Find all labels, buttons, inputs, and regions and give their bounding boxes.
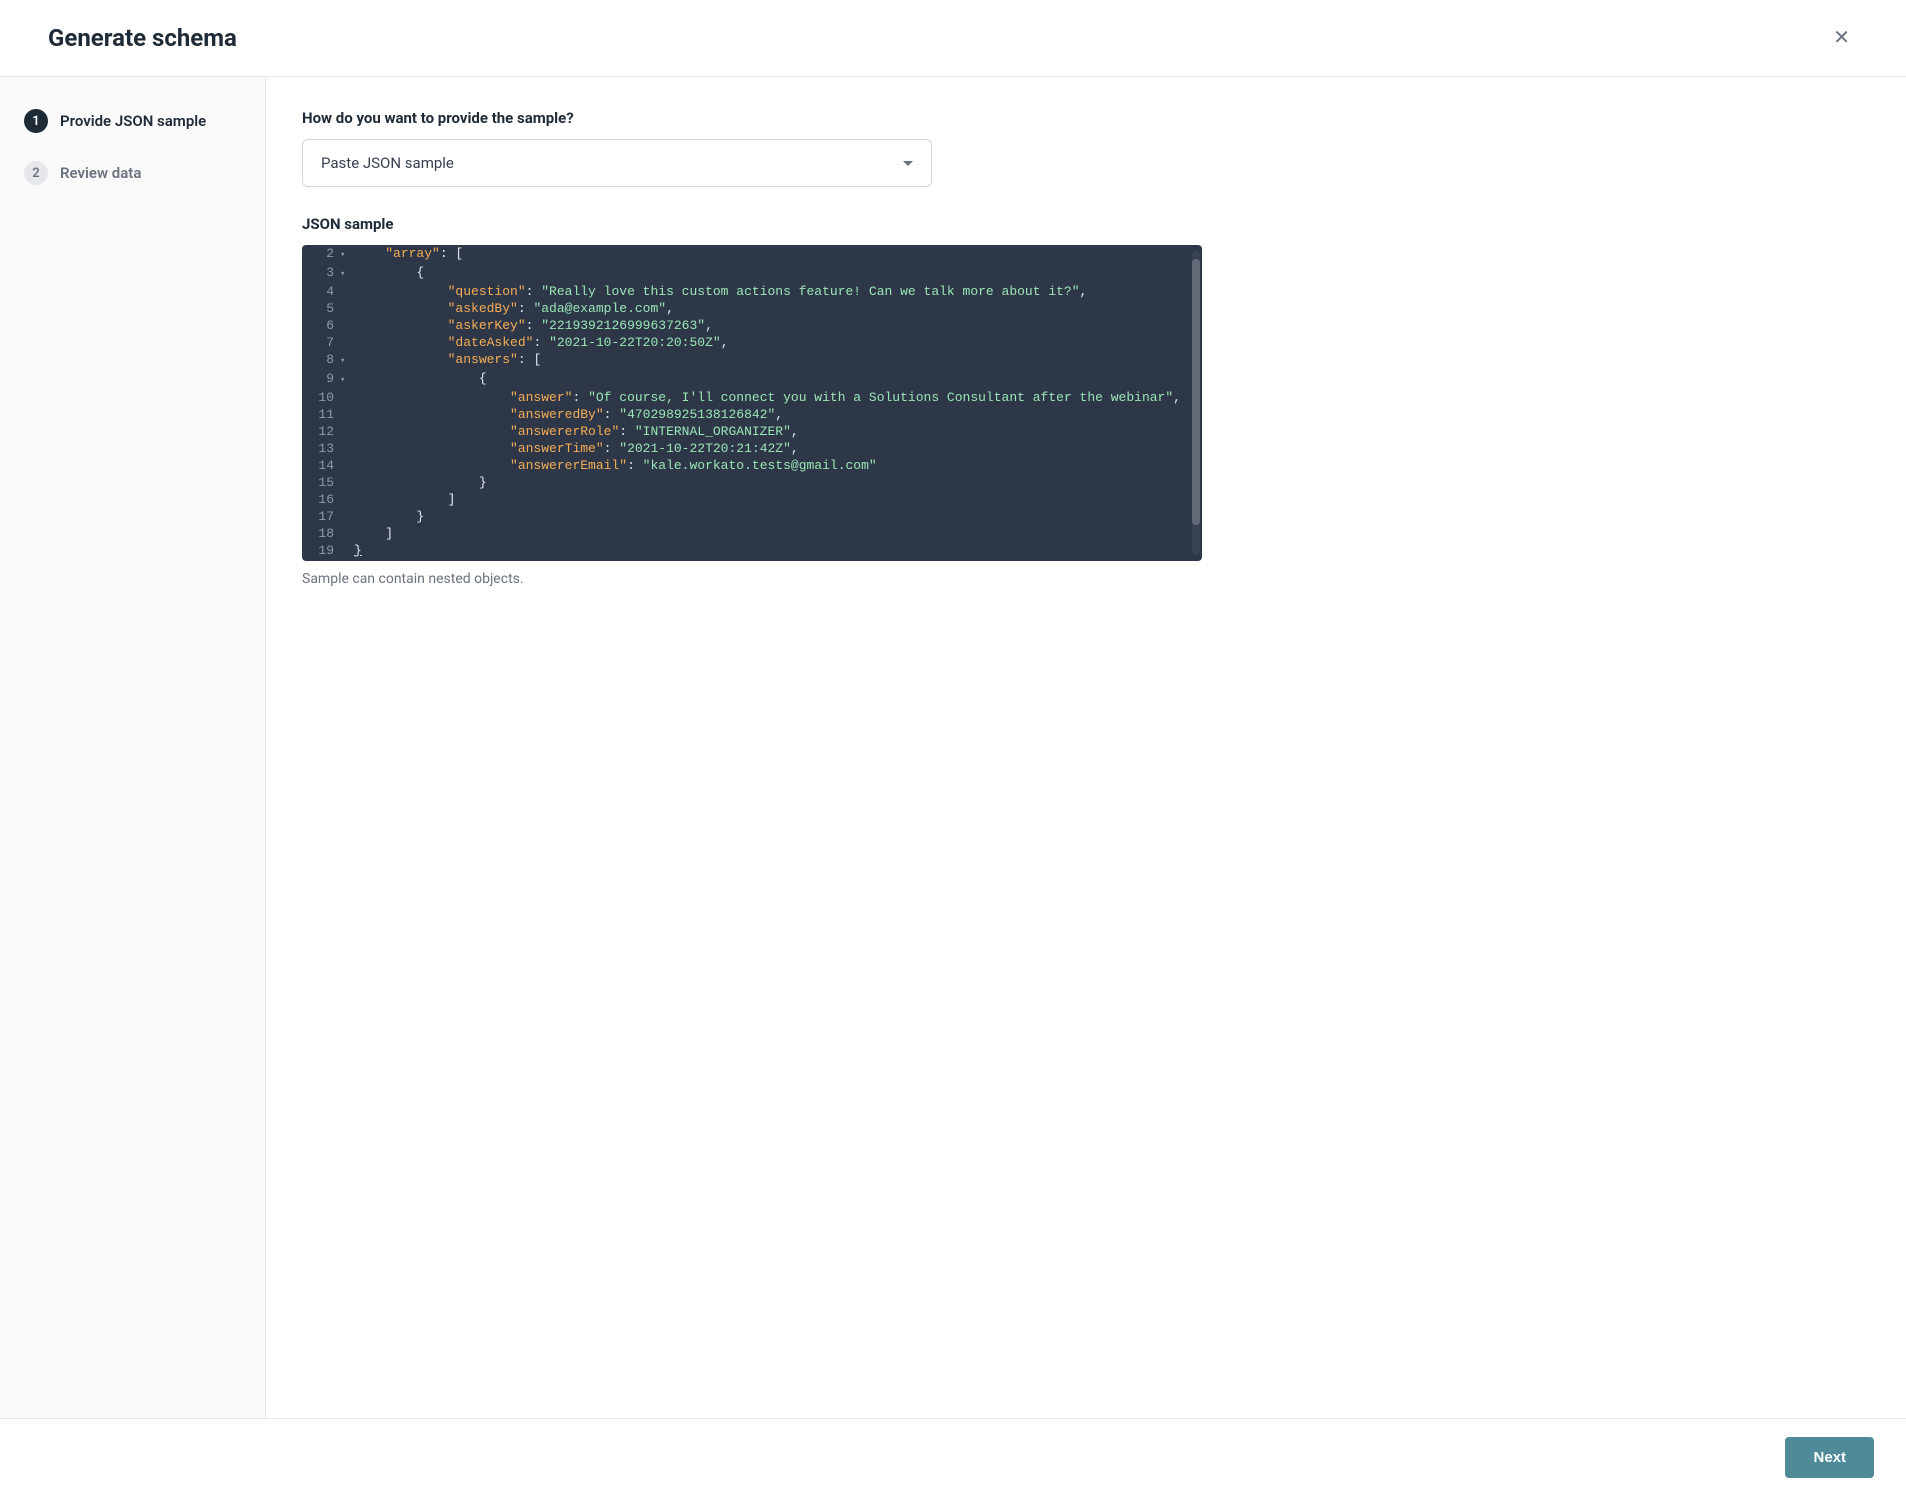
code-line: 16 ] — [302, 491, 1202, 508]
line-number: 19 — [302, 542, 340, 559]
modal-header: Generate schema ✕ — [0, 0, 1906, 77]
fold-toggle-icon — [340, 300, 354, 317]
line-number: 2 — [302, 245, 340, 264]
code-line: 2▾ "array": [ — [302, 245, 1202, 264]
fold-toggle-icon — [340, 474, 354, 491]
code-line: 10 "answer": "Of course, I'll connect yo… — [302, 389, 1202, 406]
fold-toggle-icon — [340, 317, 354, 334]
code-line: 18 ] — [302, 525, 1202, 542]
modal-body: 1 Provide JSON sample 2 Review data How … — [0, 77, 1906, 1418]
modal-footer: Next — [0, 1418, 1906, 1496]
step-number-badge: 1 — [24, 109, 48, 133]
step-label: Review data — [60, 164, 141, 182]
line-number: 18 — [302, 525, 340, 542]
json-sample-label: JSON sample — [302, 215, 1870, 233]
main-panel: How do you want to provide the sample? P… — [266, 77, 1906, 1418]
fold-toggle-icon[interactable]: ▾ — [340, 370, 354, 389]
code-line: 19} — [302, 542, 1202, 559]
fold-toggle-icon[interactable]: ▾ — [340, 351, 354, 370]
step-number-badge: 2 — [24, 161, 48, 185]
code-content: "answererRole": "INTERNAL_ORGANIZER", — [354, 423, 1202, 440]
provide-method-label: How do you want to provide the sample? — [302, 109, 1870, 127]
fold-toggle-icon — [340, 406, 354, 423]
code-line: 14 "answererEmail": "kale.workato.tests@… — [302, 457, 1202, 474]
line-number: 12 — [302, 423, 340, 440]
code-line: 17 } — [302, 508, 1202, 525]
line-number: 4 — [302, 283, 340, 300]
line-number: 11 — [302, 406, 340, 423]
code-content: { — [354, 264, 1202, 283]
line-number: 9 — [302, 370, 340, 389]
close-button[interactable]: ✕ — [1825, 24, 1858, 52]
next-button[interactable]: Next — [1785, 1437, 1874, 1478]
code-line: 11 "answeredBy": "470298925138126842", — [302, 406, 1202, 423]
close-icon: ✕ — [1833, 27, 1850, 49]
code-content: "askedBy": "ada@example.com", — [354, 300, 1202, 317]
fold-toggle-icon — [340, 457, 354, 474]
fold-toggle-icon[interactable]: ▾ — [340, 264, 354, 283]
line-number: 17 — [302, 508, 340, 525]
line-number: 8 — [302, 351, 340, 370]
steps-sidebar: 1 Provide JSON sample 2 Review data — [0, 77, 266, 1418]
code-content: "dateAsked": "2021-10-22T20:20:50Z", — [354, 334, 1202, 351]
provide-method-select[interactable]: Paste JSON sample — [302, 139, 932, 187]
line-number: 13 — [302, 440, 340, 457]
fold-toggle-icon — [340, 440, 354, 457]
code-line: 8▾ "answers": [ — [302, 351, 1202, 370]
json-sample-field: JSON sample 2▾ "array": [3▾ {4 "question… — [302, 215, 1870, 587]
code-content: "answers": [ — [354, 351, 1202, 370]
line-number: 15 — [302, 474, 340, 491]
code-line: 15 } — [302, 474, 1202, 491]
code-line: 6 "askerKey": "2219392126999637263", — [302, 317, 1202, 334]
line-number: 5 — [302, 300, 340, 317]
step-label: Provide JSON sample — [60, 112, 206, 130]
select-value: Paste JSON sample — [321, 154, 454, 172]
line-number: 16 — [302, 491, 340, 508]
fold-toggle-icon[interactable]: ▾ — [340, 245, 354, 264]
fold-toggle-icon — [340, 283, 354, 300]
step-provide-json-sample[interactable]: 1 Provide JSON sample — [24, 109, 241, 133]
code-content: } — [354, 508, 1202, 525]
code-content: } — [354, 542, 1202, 559]
code-content: } — [354, 474, 1202, 491]
code-line: 12 "answererRole": "INTERNAL_ORGANIZER", — [302, 423, 1202, 440]
chevron-down-icon — [903, 161, 913, 166]
code-line: 7 "dateAsked": "2021-10-22T20:20:50Z", — [302, 334, 1202, 351]
code-line: 13 "answerTime": "2021-10-22T20:21:42Z", — [302, 440, 1202, 457]
code-content: ] — [354, 525, 1202, 542]
code-line: 9▾ { — [302, 370, 1202, 389]
line-number: 7 — [302, 334, 340, 351]
fold-toggle-icon — [340, 334, 354, 351]
code-line: 3▾ { — [302, 264, 1202, 283]
step-review-data[interactable]: 2 Review data — [24, 161, 241, 185]
code-content: "answererEmail": "kale.workato.tests@gma… — [354, 457, 1202, 474]
json-sample-helper-text: Sample can contain nested objects. — [302, 571, 1870, 587]
code-content: "answerTime": "2021-10-22T20:21:42Z", — [354, 440, 1202, 457]
fold-toggle-icon — [340, 423, 354, 440]
code-content: "array": [ — [354, 245, 1202, 264]
code-line: 5 "askedBy": "ada@example.com", — [302, 300, 1202, 317]
fold-toggle-icon — [340, 508, 354, 525]
generate-schema-modal: Generate schema ✕ 1 Provide JSON sample … — [0, 0, 1906, 1496]
fold-toggle-icon — [340, 491, 354, 508]
code-content: "question": "Really love this custom act… — [354, 283, 1202, 300]
modal-title: Generate schema — [48, 24, 237, 52]
line-number: 3 — [302, 264, 340, 283]
line-number: 10 — [302, 389, 340, 406]
code-content: "answeredBy": "470298925138126842", — [354, 406, 1202, 423]
fold-toggle-icon — [340, 389, 354, 406]
fold-toggle-icon — [340, 542, 354, 559]
editor-scrollbar[interactable] — [1192, 251, 1200, 555]
code-content: "answer": "Of course, I'll connect you w… — [354, 389, 1202, 406]
line-number: 14 — [302, 457, 340, 474]
line-number: 6 — [302, 317, 340, 334]
fold-toggle-icon — [340, 525, 354, 542]
code-content: ] — [354, 491, 1202, 508]
code-content: "askerKey": "2219392126999637263", — [354, 317, 1202, 334]
json-sample-editor[interactable]: 2▾ "array": [3▾ {4 "question": "Really l… — [302, 245, 1202, 561]
code-content: { — [354, 370, 1202, 389]
scrollbar-thumb[interactable] — [1192, 259, 1200, 525]
code-line: 4 "question": "Really love this custom a… — [302, 283, 1202, 300]
provide-method-field: How do you want to provide the sample? P… — [302, 109, 1870, 187]
